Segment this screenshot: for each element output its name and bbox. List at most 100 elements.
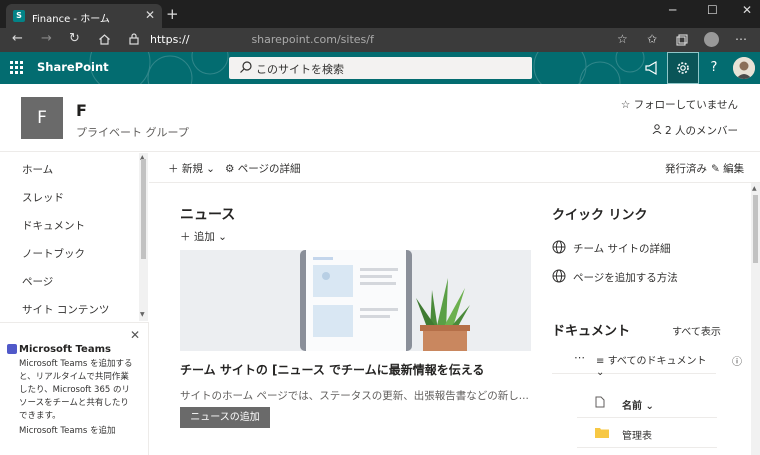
add-label: 追加 xyxy=(193,231,215,243)
app-launcher-icon[interactable] xyxy=(10,61,24,75)
add-news-menu[interactable]: ＋ 追加 ⌄ xyxy=(180,229,227,244)
minimize-icon[interactable]: ─ xyxy=(669,3,676,17)
nav-item-notebook[interactable]: ノートブック xyxy=(22,246,85,261)
news-description: サイトのホーム ページでは、ステータスの更新、出張報告書などの新し... xyxy=(180,390,529,402)
browser-tab[interactable]: S Finance - ホーム ✕ xyxy=(6,4,162,28)
quick-link-label: チーム サイトの詳細 xyxy=(573,243,671,255)
quick-link-label: ページを追加する方法 xyxy=(573,272,678,284)
main-scrollbar[interactable]: ▲ xyxy=(751,183,760,455)
view-label: すべてのドキュメント xyxy=(607,356,707,367)
tab-close-icon[interactable]: ✕ xyxy=(145,8,155,22)
gear-icon xyxy=(677,62,689,74)
main-content: ニュース ＋ 追加 ⌄ チーム サイトの [ニュース でチームに最新情報を伝える… xyxy=(149,183,751,455)
avatar-photo-icon xyxy=(733,57,755,79)
teams-description: Microsoft Teams を追加すると、リアルタイムで共同作業したり、Mi… xyxy=(19,359,133,421)
list-view-icon: ≡ xyxy=(596,356,608,367)
url-field[interactable]: https:// sharepoint.com/sites/f xyxy=(150,33,374,46)
url-protocol: https:// xyxy=(150,33,190,46)
refresh-icon[interactable]: ↻ xyxy=(69,31,80,46)
settings-button[interactable] xyxy=(667,52,699,84)
new-tab-button[interactable]: + xyxy=(166,5,179,23)
chevron-down-icon: ⌄ xyxy=(642,401,654,412)
site-header: F F プライベート グループ ☆ フォローしていません 2 人のメンバー xyxy=(0,84,760,152)
globe-icon xyxy=(552,269,566,283)
edit-label: 編集 xyxy=(723,163,745,175)
column-name-header[interactable]: 名前 ⌄ xyxy=(622,397,654,412)
teams-title: Microsoft Teams xyxy=(19,344,111,355)
document-row[interactable]: 管理表 xyxy=(577,418,717,448)
chevron-down-icon: ⌄ xyxy=(596,367,605,378)
tab-title: Finance - ホーム xyxy=(32,14,110,25)
view-selector[interactable]: ≡ すべてのドキュメント ⌄ xyxy=(596,352,716,378)
add-news-button[interactable]: ニュースの追加 xyxy=(180,407,270,428)
follow-label: フォローしていません xyxy=(633,99,738,111)
add-teams-link[interactable]: Microsoft Teams を追加 xyxy=(19,424,115,436)
user-avatar[interactable] xyxy=(733,57,755,79)
new-label: 新規 xyxy=(181,163,203,175)
news-heading: ニュース xyxy=(180,207,236,223)
nav-item-documents[interactable]: ドキュメント xyxy=(22,218,85,233)
nav-item-home[interactable]: ホーム xyxy=(22,162,53,177)
teams-icon xyxy=(7,344,17,354)
members-label: 2 人のメンバー xyxy=(664,125,738,137)
favorites-icon[interactable]: ✩ xyxy=(647,32,657,46)
news-illustration xyxy=(180,250,531,351)
sharepoint-brand[interactable]: SharePoint xyxy=(37,60,109,74)
document-name[interactable]: 管理表 xyxy=(622,427,652,442)
plus-icon: ＋ xyxy=(180,231,194,243)
sharepoint-favicon-icon: S xyxy=(13,10,25,22)
chevron-down-icon: ⌄ xyxy=(214,231,227,243)
page-details-button[interactable]: ⚙ ページの詳細 xyxy=(225,161,301,176)
nav-item-threads[interactable]: スレッド xyxy=(22,190,64,205)
quick-links-heading: クイック リンク xyxy=(552,208,648,223)
site-logo[interactable]: F xyxy=(21,97,63,139)
folder-icon xyxy=(595,428,609,438)
browser-menu-icon[interactable]: ⋯ xyxy=(735,32,747,46)
home-icon[interactable] xyxy=(98,33,111,46)
teams-promo-panel: ✕ Microsoft Teams Microsoft Teams を追加すると… xyxy=(0,322,149,455)
lock-icon xyxy=(129,33,139,45)
back-icon[interactable]: ← xyxy=(12,31,23,46)
help-icon[interactable]: ? xyxy=(698,52,730,84)
maximize-icon[interactable]: ☐ xyxy=(707,3,718,17)
column-name-label: 名前 xyxy=(622,401,642,412)
info-icon[interactable]: ⓘ xyxy=(732,353,742,368)
documents-header-row: 名前 ⌄ xyxy=(577,388,717,418)
forward-icon[interactable]: → xyxy=(41,31,52,46)
close-icon[interactable]: ✕ xyxy=(130,328,140,342)
gear-icon: ⚙ xyxy=(225,163,238,175)
browser-tab-bar: S Finance - ホーム ✕ + ─ ☐ ✕ xyxy=(0,0,760,28)
favorite-star-icon[interactable]: ☆ xyxy=(617,32,628,46)
new-button[interactable]: ＋ 新規 ⌄ xyxy=(168,161,215,176)
nav-item-pages[interactable]: ページ xyxy=(22,274,53,289)
news-title[interactable]: チーム サイトの [ニュース でチームに最新情報を伝える xyxy=(180,361,484,378)
command-bar: ＋ 新規 ⌄ ⚙ ページの詳細 発行済み ✎ 編集 xyxy=(149,153,760,183)
megaphone-icon[interactable] xyxy=(636,52,668,84)
person-icon xyxy=(652,124,662,135)
site-search-input[interactable]: このサイトを検索 xyxy=(229,57,532,79)
collections-icon[interactable] xyxy=(676,34,688,46)
globe-icon xyxy=(552,240,566,254)
follow-button[interactable]: ☆ フォローしていません xyxy=(621,97,738,112)
scrollbar-thumb[interactable] xyxy=(753,195,758,263)
nav-item-site-contents[interactable]: サイト コンテンツ xyxy=(22,302,109,317)
members-button[interactable]: 2 人のメンバー xyxy=(652,123,738,138)
window-close-icon[interactable]: ✕ xyxy=(742,3,752,17)
news-hero-image[interactable] xyxy=(180,250,531,351)
left-nav-scrollbar[interactable]: ▲ ▼ xyxy=(139,153,148,321)
star-icon: ☆ xyxy=(620,99,634,111)
site-subtitle: プライベート グループ xyxy=(76,126,189,139)
site-title[interactable]: F xyxy=(76,101,87,120)
scroll-up-icon[interactable]: ▲ xyxy=(752,185,757,192)
documents-toolbar: ⋯ ≡ すべてのドキュメント ⌄ xyxy=(552,344,716,378)
url-rest: sharepoint.com/sites/f xyxy=(251,33,374,46)
scrollbar-thumb[interactable] xyxy=(141,159,146,259)
edit-button[interactable]: ✎ 編集 xyxy=(711,161,744,176)
view-all-link[interactable]: すべて表示 xyxy=(672,323,721,338)
browser-profile-icon[interactable] xyxy=(704,32,719,47)
more-options-icon[interactable]: ⋯ xyxy=(574,351,585,364)
left-navigation: ホーム スレッド ドキュメント ノートブック ページ サイト コンテンツ xyxy=(0,153,148,321)
search-placeholder: このサイトを検索 xyxy=(256,63,344,76)
file-type-icon xyxy=(595,396,605,408)
scroll-down-icon[interactable]: ▼ xyxy=(140,311,145,318)
